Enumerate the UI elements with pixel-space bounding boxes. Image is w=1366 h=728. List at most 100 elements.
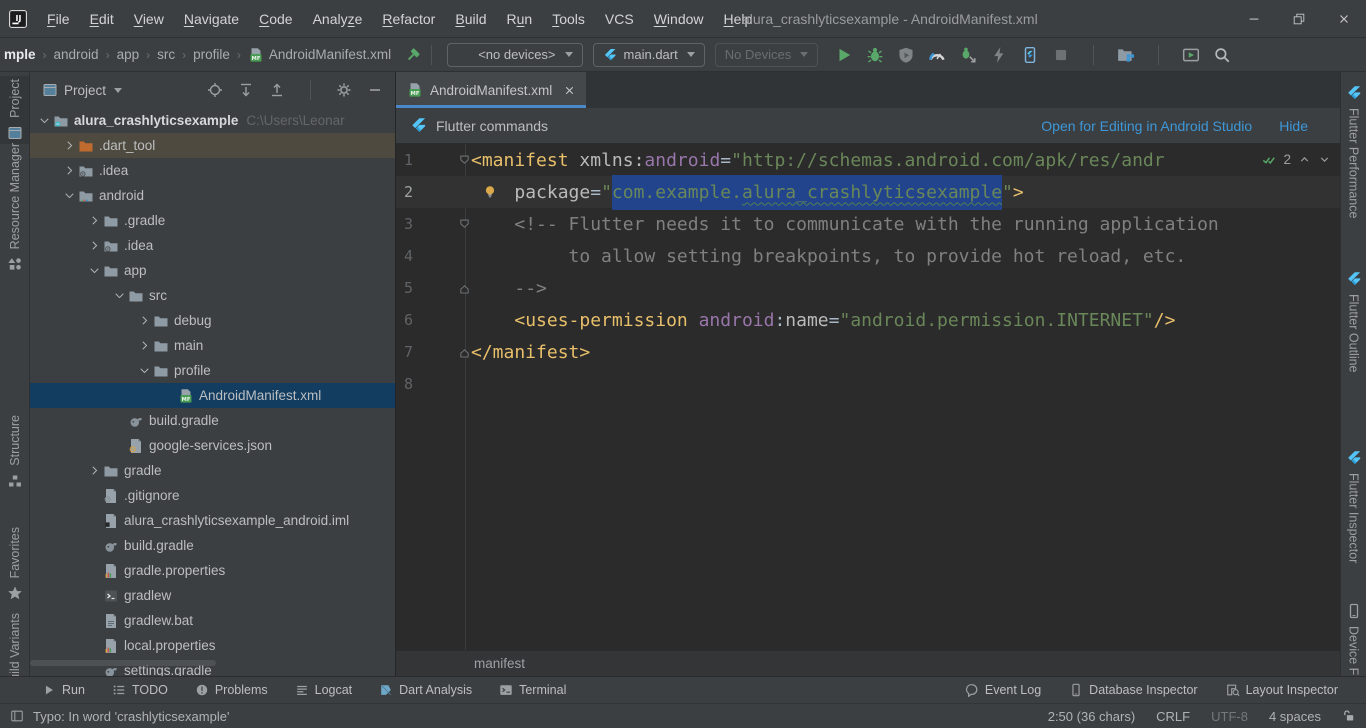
run-button[interactable]	[835, 46, 853, 64]
menu-edit[interactable]: Edit	[80, 0, 124, 38]
tab-androidmanifest[interactable]: MF AndroidManifest.xml	[396, 72, 586, 108]
tool-button-terminal[interactable]: Terminal	[499, 683, 566, 697]
menu-file[interactable]: File	[37, 0, 80, 38]
tree-row--idea[interactable]: .idea	[30, 233, 395, 258]
flutter-hot-reload-button[interactable]	[990, 46, 1008, 64]
code-line-6[interactable]: 6 <uses-permission android:name="android…	[396, 304, 1340, 336]
chevron-down-icon[interactable]	[60, 188, 78, 204]
tree-row-profile[interactable]: profile	[30, 358, 395, 383]
device-selector[interactable]: <no devices>	[447, 43, 582, 67]
tool-button-database-inspector[interactable]: Database Inspector	[1069, 683, 1197, 697]
breadcrumb-manifest[interactable]: manifest	[474, 656, 525, 671]
fold-marker-icon[interactable]	[458, 346, 471, 359]
tool-stripe-project[interactable]: Project	[0, 76, 29, 144]
fold-marker-icon[interactable]	[458, 218, 471, 231]
fold-marker-icon[interactable]	[458, 154, 471, 167]
tree-row-google-services-json[interactable]: google-services.json	[30, 433, 395, 458]
chevron-right-icon[interactable]	[60, 138, 78, 154]
restore-button[interactable]	[1276, 0, 1321, 38]
menu-window[interactable]: Window	[644, 0, 714, 38]
tool-stripe-flutter-performance[interactable]: Flutter Performance	[1341, 82, 1366, 221]
chevron-right-icon[interactable]	[85, 463, 103, 479]
chevron-right-icon[interactable]	[60, 163, 78, 179]
next-problem-chevron-down-icon[interactable]	[1318, 153, 1331, 166]
tree-row-build-gradle[interactable]: build.gradle	[30, 408, 395, 433]
lock-open-icon[interactable]	[1342, 709, 1356, 723]
tree-row-build-gradle[interactable]: build.gradle	[30, 533, 395, 558]
tool-button-problems[interactable]: Problems	[195, 683, 268, 697]
tree-row-app[interactable]: app	[30, 258, 395, 283]
tree-row-alura-crashlyticsexample-android-iml[interactable]: alura_crashlyticsexample_android.iml	[30, 508, 395, 533]
expand-all-button[interactable]	[238, 82, 254, 98]
breadcrumb-item-src[interactable]: src	[157, 47, 175, 62]
menu-analyze[interactable]: Analyze	[303, 0, 373, 38]
code-line-2[interactable]: 2 package="com.example.alura_crashlytics…	[396, 176, 1340, 208]
caret-position[interactable]: 2:50 (36 chars)	[1048, 709, 1135, 724]
chevron-down-icon[interactable]	[85, 263, 103, 279]
hide-banner-link[interactable]: Hide	[1279, 118, 1308, 134]
file-encoding[interactable]: UTF-8	[1211, 709, 1248, 724]
panel-settings-button[interactable]	[336, 82, 352, 98]
code-line-5[interactable]: 5 -->	[396, 272, 1340, 304]
chevron-right-icon[interactable]	[135, 313, 153, 329]
intention-lightbulb-icon[interactable]	[482, 184, 498, 200]
attach-debugger-button[interactable]	[959, 46, 977, 64]
menu-build[interactable]: Build	[445, 0, 496, 38]
tree-row--gradle[interactable]: .gradle	[30, 208, 395, 233]
chevron-down-icon[interactable]	[35, 113, 53, 129]
code-line-3[interactable]: 3 <!-- Flutter needs it to communicate w…	[396, 208, 1340, 240]
breadcrumb-item-app[interactable]: app	[117, 47, 140, 62]
menu-vcs[interactable]: VCS	[595, 0, 644, 38]
close-button[interactable]	[1321, 0, 1366, 38]
tree-row--gitignore[interactable]: .gitignore	[30, 483, 395, 508]
chevron-right-icon[interactable]	[85, 213, 103, 229]
menu-navigate[interactable]: Navigate	[174, 0, 249, 38]
open-in-android-studio-link[interactable]: Open for Editing in Android Studio	[1041, 118, 1252, 134]
tool-stripe-flutter-inspector[interactable]: Flutter Inspector	[1341, 447, 1366, 566]
debug-button[interactable]	[866, 46, 884, 64]
tool-stripe-build-variants[interactable]: Build Variants	[0, 610, 29, 676]
tree-row-gradle[interactable]: gradle	[30, 458, 395, 483]
chevron-down-icon[interactable]	[135, 363, 153, 379]
tool-button-layout-inspector[interactable]: Layout Inspector	[1226, 683, 1338, 697]
tool-button-event-log[interactable]: Event Log	[965, 683, 1041, 697]
project-panel-title[interactable]: Project	[64, 83, 106, 98]
search-everywhere-button[interactable]	[1213, 46, 1231, 64]
menu-run[interactable]: Run	[497, 0, 543, 38]
tool-stripe-flutter-outline[interactable]: Flutter Outline	[1341, 268, 1366, 376]
fold-marker-icon[interactable]	[458, 282, 471, 295]
prev-problem-chevron-up-icon[interactable]	[1298, 153, 1311, 166]
chevron-right-icon[interactable]	[85, 238, 103, 254]
tool-stripe-device-file-explorer[interactable]: Device File Explorer	[1341, 600, 1366, 676]
collapse-all-button[interactable]	[269, 82, 285, 98]
tool-stripe-resource-manager[interactable]: Resource Manager	[0, 140, 29, 275]
tree-row--dart-tool[interactable]: .dart_tool	[30, 133, 395, 158]
chevron-down-icon[interactable]	[110, 288, 128, 304]
stop-button[interactable]	[1052, 46, 1070, 64]
tool-button-todo[interactable]: TODO	[112, 683, 168, 697]
code-line-7[interactable]: 7</manifest>	[396, 336, 1340, 368]
breadcrumb-item-profile[interactable]: profile	[193, 47, 230, 62]
tool-stripe-structure[interactable]: Structure	[0, 412, 29, 492]
breadcrumb-item-mple[interactable]: mple	[4, 47, 36, 62]
profile-button[interactable]	[897, 46, 915, 64]
menu-code[interactable]: Code	[249, 0, 302, 38]
tree-row-gradlew-bat[interactable]: gradlew.bat	[30, 608, 395, 633]
tree-row-main[interactable]: main	[30, 333, 395, 358]
run-configuration-selector[interactable]: main.dart	[593, 43, 705, 67]
tool-button-run[interactable]: Run	[42, 683, 85, 697]
chevron-down-icon[interactable]	[114, 88, 122, 93]
close-icon[interactable]	[563, 84, 576, 97]
menu-refactor[interactable]: Refactor	[372, 0, 445, 38]
code-line-8[interactable]: 8	[396, 368, 1340, 400]
code-line-4[interactable]: 4 to allow setting breakpoints, to provi…	[396, 240, 1340, 272]
menu-tools[interactable]: Tools	[542, 0, 595, 38]
select-opened-file-button[interactable]	[207, 82, 223, 98]
breadcrumb-item-android[interactable]: android	[54, 47, 99, 62]
profiler-button[interactable]	[928, 46, 946, 64]
flutter-hot-restart-button[interactable]	[1021, 46, 1039, 64]
build-hammer-icon[interactable]	[405, 47, 421, 63]
tree-row-local-properties[interactable]: local.properties	[30, 633, 395, 658]
tree-row-android[interactable]: android	[30, 183, 395, 208]
code-editor[interactable]: 1<manifest xmlns:android="http://schemas…	[396, 144, 1340, 650]
